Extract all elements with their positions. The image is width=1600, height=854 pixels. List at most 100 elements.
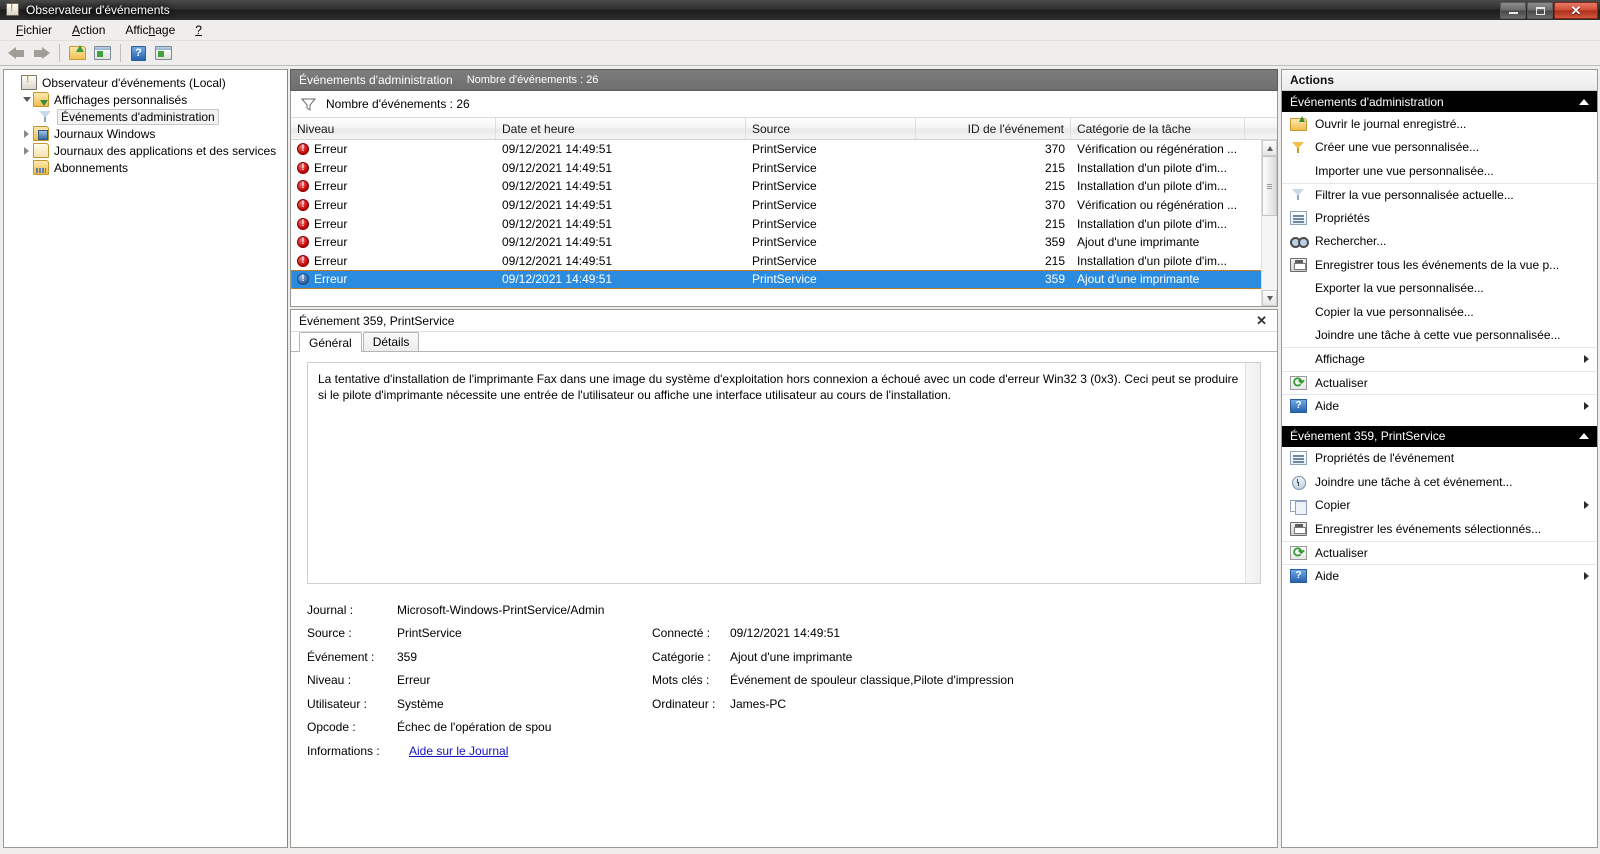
apps-services-folder-icon bbox=[33, 143, 49, 158]
actions-group-admin-events[interactable]: Événements d'administration bbox=[1282, 91, 1597, 112]
cell-level: Erreur bbox=[291, 198, 496, 212]
tree-node-admin-events[interactable]: Événements d'administration bbox=[4, 108, 287, 125]
tree-node-custom-views[interactable]: Affichages personnalisés bbox=[4, 91, 287, 108]
chevron-down-icon bbox=[23, 97, 31, 102]
close-icon[interactable]: ✕ bbox=[1252, 314, 1271, 327]
actions-group-title: Événement 359, PrintService bbox=[1290, 429, 1445, 443]
table-row[interactable]: Erreur 09/12/2021 14:49:51 PrintService … bbox=[291, 233, 1277, 252]
forward-button[interactable] bbox=[30, 42, 53, 64]
show-hide-console-tree-button[interactable] bbox=[91, 42, 114, 64]
menu-affichage[interactable]: Affichage bbox=[115, 21, 185, 39]
action-attach-task-to-event[interactable]: Joindre une tâche à cet événement... bbox=[1282, 470, 1597, 494]
tree-node-subscriptions[interactable]: Abonnements bbox=[4, 159, 287, 176]
tree-expander-right[interactable] bbox=[20, 147, 33, 155]
action-label: Ouvrir le journal enregistré... bbox=[1315, 117, 1597, 131]
action-find[interactable]: Rechercher... bbox=[1282, 230, 1597, 254]
tab-general[interactable]: Général bbox=[299, 332, 362, 352]
client-area: Fichier Action Affichage ? ? bbox=[0, 20, 1600, 850]
tree-expander-down[interactable] bbox=[20, 97, 33, 102]
column-header-niveau[interactable]: Niveau bbox=[291, 118, 496, 139]
action-properties[interactable]: Propriétés bbox=[1282, 206, 1597, 230]
field-label-source: Source : bbox=[307, 626, 397, 640]
open-saved-log-icon bbox=[1290, 118, 1307, 131]
cell-source: PrintService bbox=[746, 142, 916, 156]
filter-icon bbox=[301, 97, 316, 111]
error-icon bbox=[297, 199, 309, 211]
action-label: Affichage bbox=[1315, 352, 1576, 366]
tree-expander-right[interactable] bbox=[20, 130, 33, 138]
action-filter-current-custom-view[interactable]: Filtrer la vue personnalisée actuelle... bbox=[1282, 183, 1597, 207]
no-icon bbox=[1290, 281, 1307, 296]
event-grid-body[interactable]: Erreur 09/12/2021 14:49:51 PrintService … bbox=[291, 140, 1277, 306]
minimize-button[interactable] bbox=[1500, 2, 1526, 19]
action-view-submenu[interactable]: Affichage bbox=[1282, 347, 1597, 371]
column-header-category[interactable]: Catégorie de la tâche bbox=[1071, 118, 1245, 139]
table-row[interactable]: Erreur 09/12/2021 14:49:51 PrintService … bbox=[291, 270, 1277, 289]
column-header-event-id[interactable]: ID de l'événement bbox=[916, 118, 1071, 139]
action-copy[interactable]: Copier bbox=[1282, 494, 1597, 518]
log-help-link[interactable]: Aide sur le Journal bbox=[409, 744, 508, 758]
chevron-up-icon[interactable] bbox=[1579, 433, 1589, 439]
action-refresh-event[interactable]: Actualiser bbox=[1282, 541, 1597, 565]
console-tree[interactable]: Observateur d'événements (Local) Afficha… bbox=[3, 69, 288, 848]
back-button[interactable] bbox=[5, 42, 28, 64]
save-icon bbox=[1290, 522, 1307, 536]
field-row-opcode: Opcode : Échec de l'opération de spou bbox=[307, 716, 1261, 740]
tree-node-apps-services-logs[interactable]: Journaux des applications et des service… bbox=[4, 142, 287, 159]
field-label-computer: Ordinateur : bbox=[652, 697, 730, 711]
field-label-event: Événement : bbox=[307, 650, 397, 664]
table-row[interactable]: Erreur 09/12/2021 14:49:51 PrintService … bbox=[291, 214, 1277, 233]
table-row[interactable]: Erreur 09/12/2021 14:49:51 PrintService … bbox=[291, 196, 1277, 215]
cell-datetime: 09/12/2021 14:49:51 bbox=[496, 217, 746, 231]
action-export-custom-view[interactable]: Exporter la vue personnalisée... bbox=[1282, 277, 1597, 301]
close-button[interactable]: ✕ bbox=[1554, 2, 1598, 19]
action-refresh[interactable]: Actualiser bbox=[1282, 371, 1597, 395]
filter-summary-row[interactable]: Nombre d'événements : 26 bbox=[291, 91, 1277, 118]
action-label: Filtrer la vue personnalisée actuelle... bbox=[1315, 188, 1597, 202]
tab-details[interactable]: Détails bbox=[363, 332, 420, 351]
column-header-date[interactable]: Date et heure bbox=[496, 118, 746, 139]
cell-source: PrintService bbox=[746, 198, 916, 212]
cell-level: Erreur bbox=[291, 217, 496, 231]
table-row[interactable]: Erreur 09/12/2021 14:49:51 PrintService … bbox=[291, 252, 1277, 271]
action-copy-custom-view[interactable]: Copier la vue personnalisée... bbox=[1282, 300, 1597, 324]
cell-event-id: 370 bbox=[916, 198, 1071, 212]
table-row[interactable]: Erreur 09/12/2021 14:49:51 PrintService … bbox=[291, 177, 1277, 196]
action-attach-task-to-custom-view[interactable]: Joindre une tâche à cette vue personnali… bbox=[1282, 324, 1597, 348]
cell-datetime: 09/12/2021 14:49:51 bbox=[496, 272, 746, 286]
windows-logs-folder-icon bbox=[33, 126, 49, 141]
open-saved-log-button[interactable] bbox=[66, 42, 89, 64]
scroll-down-button[interactable] bbox=[1262, 290, 1277, 306]
table-row[interactable]: Erreur 09/12/2021 14:49:51 PrintService … bbox=[291, 140, 1277, 159]
menu-action[interactable]: Action bbox=[62, 21, 115, 39]
title-bar[interactable]: Observateur d'événements ✕ bbox=[0, 0, 1600, 20]
actions-group-event[interactable]: Événement 359, PrintService bbox=[1282, 426, 1597, 447]
action-save-all-events[interactable]: Enregistrer tous les événements de la vu… bbox=[1282, 253, 1597, 277]
table-row[interactable]: Erreur 09/12/2021 14:49:51 PrintService … bbox=[291, 159, 1277, 178]
action-event-properties[interactable]: Propriétés de l'événement bbox=[1282, 447, 1597, 471]
cell-source: PrintService bbox=[746, 272, 916, 286]
scrollbar-track[interactable] bbox=[1262, 156, 1277, 290]
action-open-saved-log[interactable]: Ouvrir le journal enregistré... bbox=[1282, 112, 1597, 136]
action-create-custom-view[interactable]: Créer une vue personnalisée... bbox=[1282, 136, 1597, 160]
action-help-submenu[interactable]: ? Aide bbox=[1282, 394, 1597, 418]
show-hide-action-pane-button[interactable] bbox=[152, 42, 175, 64]
cell-category: Ajout d'une imprimante bbox=[1071, 235, 1245, 249]
scrollbar-thumb[interactable] bbox=[1262, 156, 1277, 216]
maximize-button[interactable] bbox=[1527, 2, 1553, 19]
column-header-source[interactable]: Source bbox=[746, 118, 916, 139]
action-help-event-submenu[interactable]: ? Aide bbox=[1282, 564, 1597, 588]
action-save-selected-events[interactable]: Enregistrer les événements sélectionnés.… bbox=[1282, 517, 1597, 541]
create-custom-view-icon bbox=[1290, 140, 1307, 155]
event-list-scrollbar[interactable] bbox=[1261, 140, 1277, 306]
menu-aide[interactable]: ? bbox=[185, 21, 212, 39]
help-button[interactable]: ? bbox=[127, 42, 150, 64]
scroll-up-button[interactable] bbox=[1262, 140, 1277, 156]
action-import-custom-view[interactable]: Importer une vue personnalisée... bbox=[1282, 159, 1597, 183]
refresh-icon bbox=[1290, 546, 1307, 560]
tree-node-root[interactable]: Observateur d'événements (Local) bbox=[4, 74, 287, 91]
action-label: Aide bbox=[1315, 399, 1576, 413]
tree-node-windows-logs[interactable]: Journaux Windows bbox=[4, 125, 287, 142]
chevron-up-icon[interactable] bbox=[1579, 99, 1589, 105]
menu-fichier[interactable]: Fichier bbox=[6, 21, 62, 39]
